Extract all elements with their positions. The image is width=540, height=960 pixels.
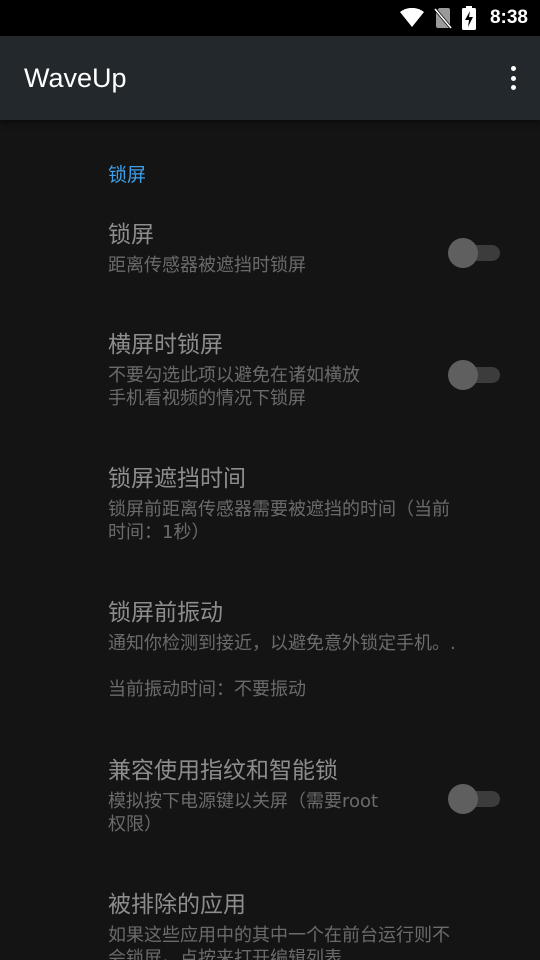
category-header-lock-screen: 锁屏 [108, 164, 147, 186]
pref-title: 锁屏遮挡时间 [108, 466, 246, 492]
wifi-icon [399, 8, 424, 28]
app-bar: WaveUp [0, 36, 540, 120]
status-bar: 8:38 [0, 0, 540, 36]
pref-lock-cover-time[interactable]: 锁屏遮挡时间 锁屏前距离传感器需要被遮挡的时间（当前 时间：1秒） [108, 464, 508, 544]
pref-title: 被排除的应用 [108, 892, 246, 918]
battery-charging-icon [461, 6, 476, 30]
pref-summary: 锁屏前距离传感器需要被遮挡的时间（当前 时间：1秒） [108, 499, 450, 543]
pref-summary: 通知你检测到接近，以避免意外锁定手机。. 当前振动时间：不要振动 [108, 633, 456, 700]
app-title: WaveUp [24, 62, 127, 93]
pref-excluded-apps[interactable]: 被排除的应用 如果这些应用中的其中一个在前台运行则不 会锁屏。点按来打开编辑列表 [108, 890, 508, 960]
pref-vibrate-before-lock[interactable]: 锁屏前振动 通知你检测到接近，以避免意外锁定手机。. 当前振动时间：不要振动 [108, 598, 508, 701]
status-time: 8:38 [489, 7, 528, 28]
lock-landscape-switch[interactable] [448, 358, 500, 390]
settings-list: 锁屏 锁屏 距离传感器被遮挡时锁屏 横屏时锁屏 不要勾选此项以避免在诸如横放 手… [0, 120, 540, 960]
fingerprint-compat-switch[interactable] [448, 782, 500, 814]
no-sim-icon [433, 7, 452, 29]
lock-screen-switch[interactable] [448, 236, 500, 268]
pref-summary: 如果这些应用中的其中一个在前台运行则不 会锁屏。点按来打开编辑列表 [108, 925, 450, 960]
pref-title: 锁屏前振动 [108, 600, 223, 626]
overflow-menu-icon[interactable] [506, 64, 520, 92]
pref-title: 横屏时锁屏 [108, 332, 223, 358]
